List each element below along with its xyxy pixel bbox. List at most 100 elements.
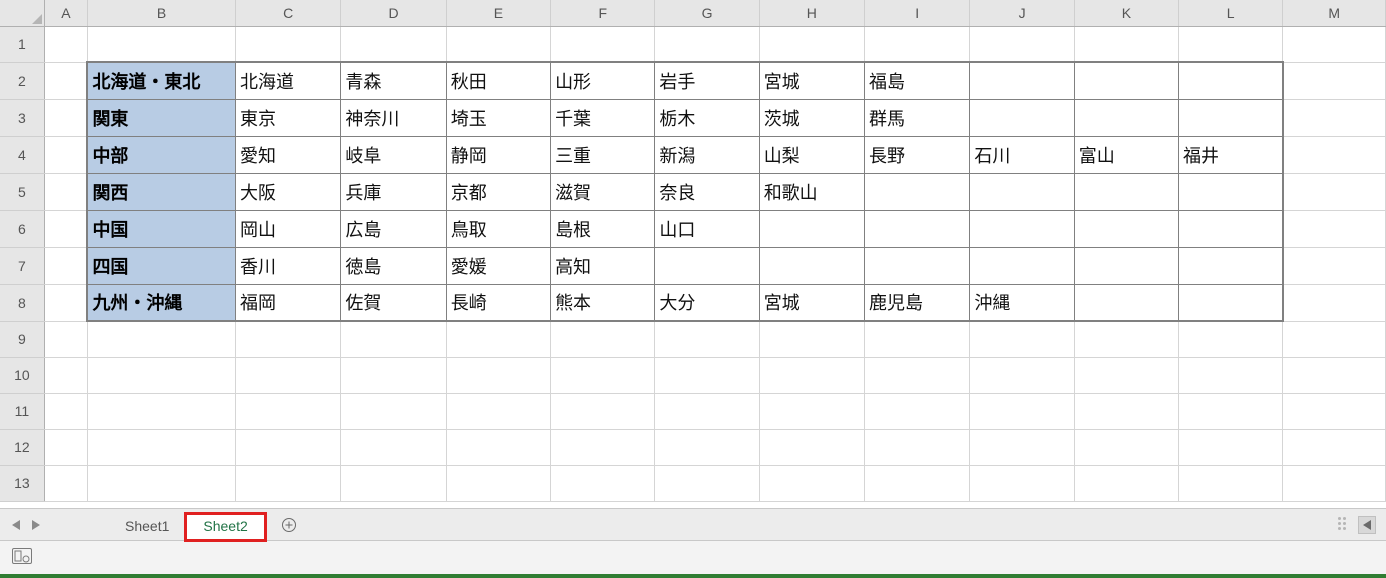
cell-C3[interactable]: 東京 bbox=[236, 99, 341, 136]
cell-A7[interactable] bbox=[44, 247, 87, 284]
cell-D13[interactable] bbox=[341, 465, 446, 501]
cell-M2[interactable] bbox=[1283, 62, 1386, 99]
row-header-13[interactable]: 13 bbox=[0, 465, 44, 501]
cell-D10[interactable] bbox=[341, 357, 446, 393]
cell-A8[interactable] bbox=[44, 284, 87, 321]
cell-B8[interactable]: 九州・沖縄 bbox=[87, 284, 235, 321]
cell-M11[interactable] bbox=[1283, 393, 1386, 429]
cell-B4[interactable]: 中部 bbox=[87, 136, 235, 173]
cell-H7[interactable] bbox=[759, 247, 864, 284]
cell-E6[interactable]: 鳥取 bbox=[446, 210, 550, 247]
cell-G8[interactable]: 大分 bbox=[655, 284, 759, 321]
row-header-6[interactable]: 6 bbox=[0, 210, 44, 247]
cell-F2[interactable]: 山形 bbox=[551, 62, 655, 99]
cell-J3[interactable] bbox=[970, 99, 1074, 136]
cell-A4[interactable] bbox=[44, 136, 87, 173]
cell-L3[interactable] bbox=[1179, 99, 1283, 136]
cell-E11[interactable] bbox=[446, 393, 550, 429]
cell-L6[interactable] bbox=[1179, 210, 1283, 247]
cell-G10[interactable] bbox=[655, 357, 759, 393]
cell-G1[interactable] bbox=[655, 26, 759, 62]
cell-K10[interactable] bbox=[1074, 357, 1178, 393]
cell-I4[interactable]: 長野 bbox=[865, 136, 970, 173]
row-header-7[interactable]: 7 bbox=[0, 247, 44, 284]
cell-G7[interactable] bbox=[655, 247, 759, 284]
cell-H11[interactable] bbox=[759, 393, 864, 429]
cell-F10[interactable] bbox=[551, 357, 655, 393]
cell-K13[interactable] bbox=[1074, 465, 1178, 501]
cell-M9[interactable] bbox=[1283, 321, 1386, 357]
cell-G13[interactable] bbox=[655, 465, 759, 501]
col-header-D[interactable]: D bbox=[341, 0, 446, 26]
cell-L7[interactable] bbox=[1179, 247, 1283, 284]
cell-I6[interactable] bbox=[865, 210, 970, 247]
sheet-nav-prev-icon[interactable] bbox=[10, 519, 22, 531]
cell-D5[interactable]: 兵庫 bbox=[341, 173, 446, 210]
cell-I3[interactable]: 群馬 bbox=[865, 99, 970, 136]
cell-C9[interactable] bbox=[236, 321, 341, 357]
cell-F12[interactable] bbox=[551, 429, 655, 465]
cell-B5[interactable]: 関西 bbox=[87, 173, 235, 210]
cell-M7[interactable] bbox=[1283, 247, 1386, 284]
cell-M12[interactable] bbox=[1283, 429, 1386, 465]
cell-G4[interactable]: 新潟 bbox=[655, 136, 759, 173]
sheet-tab-sheet1[interactable]: Sheet1 bbox=[108, 514, 186, 540]
cell-A11[interactable] bbox=[44, 393, 87, 429]
col-header-K[interactable]: K bbox=[1074, 0, 1178, 26]
cell-A6[interactable] bbox=[44, 210, 87, 247]
cell-C10[interactable] bbox=[236, 357, 341, 393]
col-header-L[interactable]: L bbox=[1179, 0, 1283, 26]
row-header-11[interactable]: 11 bbox=[0, 393, 44, 429]
cell-L10[interactable] bbox=[1179, 357, 1283, 393]
row-header-4[interactable]: 4 bbox=[0, 136, 44, 173]
cell-D6[interactable]: 広島 bbox=[341, 210, 446, 247]
sheet-nav-next-icon[interactable] bbox=[30, 519, 42, 531]
cell-F9[interactable] bbox=[551, 321, 655, 357]
cell-G6[interactable]: 山口 bbox=[655, 210, 759, 247]
cell-B13[interactable] bbox=[87, 465, 235, 501]
cell-M4[interactable] bbox=[1283, 136, 1386, 173]
cell-K7[interactable] bbox=[1074, 247, 1178, 284]
cell-K5[interactable] bbox=[1074, 173, 1178, 210]
cell-C6[interactable]: 岡山 bbox=[236, 210, 341, 247]
cell-L8[interactable] bbox=[1179, 284, 1283, 321]
cell-D11[interactable] bbox=[341, 393, 446, 429]
cell-E10[interactable] bbox=[446, 357, 550, 393]
col-header-H[interactable]: H bbox=[759, 0, 864, 26]
cell-B1[interactable] bbox=[87, 26, 235, 62]
cell-B6[interactable]: 中国 bbox=[87, 210, 235, 247]
cell-E2[interactable]: 秋田 bbox=[446, 62, 550, 99]
hscroll-left-button[interactable] bbox=[1358, 516, 1376, 534]
cell-D8[interactable]: 佐賀 bbox=[341, 284, 446, 321]
cell-I13[interactable] bbox=[865, 465, 970, 501]
cell-D2[interactable]: 青森 bbox=[341, 62, 446, 99]
cell-C12[interactable] bbox=[236, 429, 341, 465]
cell-H1[interactable] bbox=[759, 26, 864, 62]
cell-G12[interactable] bbox=[655, 429, 759, 465]
cell-J12[interactable] bbox=[970, 429, 1074, 465]
cell-F13[interactable] bbox=[551, 465, 655, 501]
cell-M1[interactable] bbox=[1283, 26, 1386, 62]
cell-H9[interactable] bbox=[759, 321, 864, 357]
col-header-E[interactable]: E bbox=[446, 0, 550, 26]
cell-A2[interactable] bbox=[44, 62, 87, 99]
cell-D3[interactable]: 神奈川 bbox=[341, 99, 446, 136]
cell-H2[interactable]: 宮城 bbox=[759, 62, 864, 99]
select-all-corner[interactable] bbox=[0, 0, 44, 26]
cell-E4[interactable]: 静岡 bbox=[446, 136, 550, 173]
cell-D7[interactable]: 徳島 bbox=[341, 247, 446, 284]
cell-I12[interactable] bbox=[865, 429, 970, 465]
row-header-9[interactable]: 9 bbox=[0, 321, 44, 357]
cell-C1[interactable] bbox=[236, 26, 341, 62]
cell-A12[interactable] bbox=[44, 429, 87, 465]
cell-H4[interactable]: 山梨 bbox=[759, 136, 864, 173]
row-header-5[interactable]: 5 bbox=[0, 173, 44, 210]
cell-A3[interactable] bbox=[44, 99, 87, 136]
cell-B11[interactable] bbox=[87, 393, 235, 429]
cell-M13[interactable] bbox=[1283, 465, 1386, 501]
cell-F11[interactable] bbox=[551, 393, 655, 429]
cell-F1[interactable] bbox=[551, 26, 655, 62]
cell-B9[interactable] bbox=[87, 321, 235, 357]
cell-F6[interactable]: 島根 bbox=[551, 210, 655, 247]
cell-J1[interactable] bbox=[970, 26, 1074, 62]
